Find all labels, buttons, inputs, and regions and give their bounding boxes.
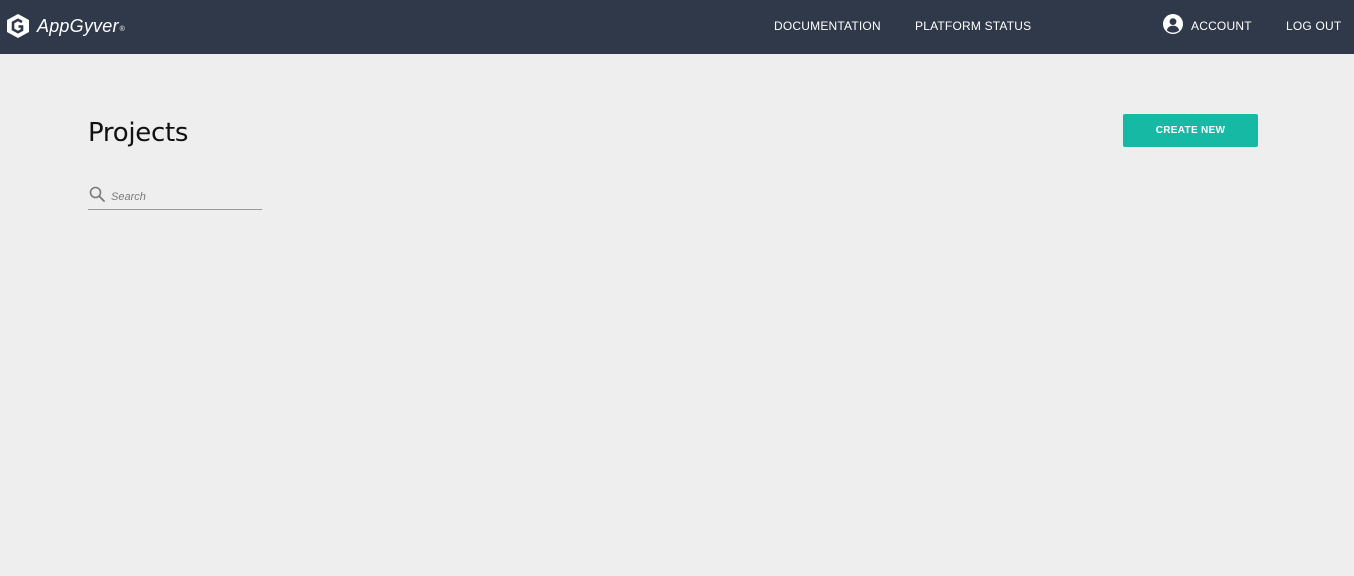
nav-account-label: ACCOUNT [1191,19,1252,33]
logo-text: AppGyver [37,15,119,36]
nav-account[interactable]: ACCOUNT [1163,14,1252,38]
search-field[interactable] [88,184,262,210]
appgyver-logo-icon [6,13,30,39]
search-input[interactable] [111,185,251,208]
page-title: Projects [88,118,189,148]
nav-logout[interactable]: LOG OUT [1286,18,1341,34]
top-navigation-bar: AppGyver ® DOCUMENTATION PLATFORM STATUS… [0,0,1354,54]
appgyver-logo[interactable]: AppGyver ® [6,13,125,39]
user-circle-icon [1163,14,1191,38]
nav-documentation[interactable]: DOCUMENTATION [774,18,881,34]
nav-platform-status[interactable]: PLATFORM STATUS [915,18,1031,34]
registered-mark: ® [119,25,125,33]
search-icon [88,186,111,207]
create-new-button[interactable]: CREATE NEW [1123,114,1258,147]
